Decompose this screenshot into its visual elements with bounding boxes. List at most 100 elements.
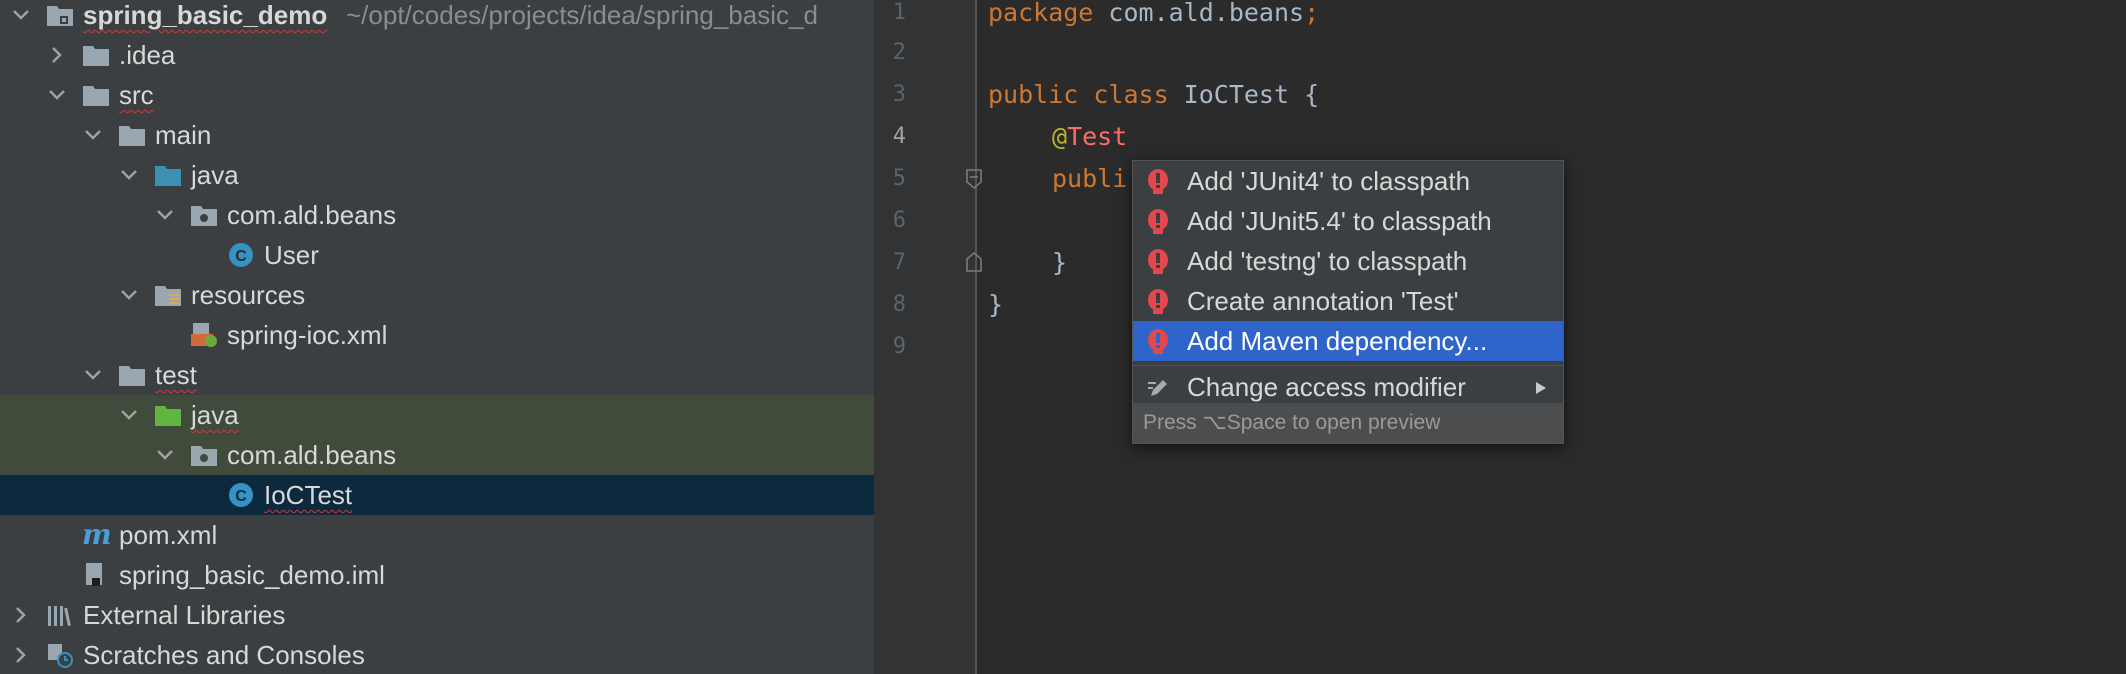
tree-label: .idea (119, 40, 176, 70)
tree-row-iml[interactable]: spring_basic_demo.iml (0, 555, 874, 595)
line-number: 9 (892, 334, 906, 359)
class-name: IoCTest (1168, 80, 1290, 109)
chevron-down-icon[interactable] (82, 364, 104, 386)
code-line-1: package com.ald.beans; (988, 0, 1319, 33)
line-number: 8 (892, 292, 906, 317)
package-icon (190, 202, 218, 228)
error-bulb-icon (1148, 329, 1168, 354)
tree-label: Scratches and Consoles (83, 640, 365, 670)
line-number: 4 (892, 124, 906, 149)
tree-label: IoCTest (264, 480, 353, 510)
tree-label: java (191, 400, 239, 430)
maven-icon: m (82, 522, 110, 548)
tree-label: src (119, 80, 154, 110)
intention-add-junit4[interactable]: Add 'JUnit4' to classpath (1133, 161, 1563, 201)
tree-label: User (264, 240, 319, 270)
chevron-right-icon[interactable] (10, 644, 32, 666)
chevron-right-icon[interactable] (10, 604, 32, 626)
tree-row-scratches[interactable]: Scratches and Consoles (0, 635, 874, 674)
semicolon: ; (1304, 0, 1320, 27)
package-name: com.ald.beans (1093, 0, 1305, 27)
tree-row-pom[interactable]: m pom.xml (0, 515, 874, 555)
intention-change-access-modifier[interactable]: Change access modifier (1133, 367, 1563, 407)
brace: } (988, 290, 1004, 319)
iml-file-icon (82, 562, 110, 588)
keyword: publi (1052, 164, 1128, 193)
error-bulb-icon (1148, 169, 1168, 194)
tree-row-external-libraries[interactable]: External Libraries (0, 595, 874, 635)
intention-create-annotation[interactable]: Create annotation 'Test' (1133, 281, 1563, 321)
tree-row-java-sources[interactable]: java (0, 155, 874, 195)
intention-label: Add 'JUnit4' to classpath (1187, 166, 1471, 196)
intention-add-maven-dependency[interactable]: Add Maven dependency... (1133, 321, 1563, 361)
chevron-down-icon[interactable] (154, 204, 176, 226)
chevron-right-icon[interactable] (46, 44, 68, 66)
tree-row-resources[interactable]: resources (0, 275, 874, 315)
tree-row-main[interactable]: main (0, 115, 874, 155)
brace: } (1052, 248, 1068, 277)
spring-xml-icon (190, 322, 218, 348)
edit-pencil-icon (1148, 380, 1167, 396)
svg-text:C: C (235, 488, 247, 505)
tree-row-package-test[interactable]: com.ald.beans (0, 435, 874, 475)
intention-label: Add Maven dependency... (1187, 326, 1488, 356)
fold-end-marker-icon[interactable] (964, 251, 984, 273)
chevron-down-icon[interactable] (46, 84, 68, 106)
svg-text:C: C (235, 248, 247, 265)
source-folder-icon (154, 162, 182, 188)
error-bulb-icon (1148, 289, 1168, 314)
keyword: public class (988, 80, 1169, 109)
chevron-down-icon[interactable] (118, 164, 140, 186)
tree-row-class-user[interactable]: C User (0, 235, 874, 275)
intention-add-testng[interactable]: Add 'testng' to classpath (1133, 241, 1563, 281)
brace: { (1289, 80, 1320, 109)
package-icon (190, 442, 218, 468)
folder-icon (82, 82, 110, 108)
tree-label: spring_basic_demo.iml (119, 560, 385, 590)
intention-actions-popup: Add 'JUnit4' to classpath Add 'JUnit5.4'… (1132, 160, 1564, 444)
project-name: spring_basic_demo (83, 0, 328, 30)
tree-label: java (191, 160, 239, 190)
chevron-down-icon[interactable] (118, 404, 140, 426)
tree-row-test[interactable]: test (0, 355, 874, 395)
error-bulb-icon (1148, 209, 1168, 234)
tree-row-package[interactable]: com.ald.beans (0, 195, 874, 235)
tree-row-idea[interactable]: .idea (0, 35, 874, 75)
chevron-down-icon[interactable] (10, 4, 32, 26)
scratches-icon (46, 642, 74, 668)
library-icon (46, 602, 74, 628)
chevron-down-icon[interactable] (118, 284, 140, 306)
tree-label: External Libraries (83, 600, 286, 630)
chevron-down-icon[interactable] (154, 444, 176, 466)
class-icon: C (228, 242, 256, 268)
intention-label: Add 'JUnit5.4' to classpath (1187, 206, 1492, 236)
tree-label: test (155, 360, 197, 390)
line-number: 2 (892, 40, 906, 65)
resources-folder-icon (154, 282, 182, 308)
line-number: 5 (892, 166, 906, 191)
tree-row-class-ioctest[interactable]: C IoCTest (0, 475, 874, 515)
line-number: 3 (892, 82, 906, 107)
fold-marker-icon[interactable] (964, 168, 984, 190)
line-number: 1 (892, 0, 906, 25)
chevron-down-icon[interactable] (82, 124, 104, 146)
project-tree: spring_basic_demo ~/opt/codes/projects/i… (0, 0, 874, 674)
tree-row-src[interactable]: src (0, 75, 874, 115)
intention-add-junit54[interactable]: Add 'JUnit5.4' to classpath (1133, 201, 1563, 241)
tree-row-root[interactable]: spring_basic_demo ~/opt/codes/projects/i… (0, 0, 874, 35)
tree-row-java-test[interactable]: java (0, 395, 874, 435)
hint-text: Press ⌥Space to open preview (1143, 411, 1441, 434)
tree-label: com.ald.beans (227, 200, 397, 230)
tree-label: pom.xml (119, 520, 218, 550)
submenu-arrow-icon (1536, 382, 1546, 394)
tree-row-spring-ioc-xml[interactable]: spring-ioc.xml (0, 315, 874, 355)
unresolved-annotation: Test (1067, 122, 1128, 151)
folder-icon (82, 42, 110, 68)
class-icon: C (228, 482, 256, 508)
error-bulb-icon (1148, 249, 1168, 274)
code-line-5: publi (1052, 159, 1127, 199)
test-folder-icon (154, 402, 182, 428)
project-path: ~/opt/codes/projects/idea/spring_basic_d (346, 0, 818, 30)
popup-separator (1133, 365, 1563, 366)
tree-label: spring-ioc.xml (227, 320, 388, 350)
